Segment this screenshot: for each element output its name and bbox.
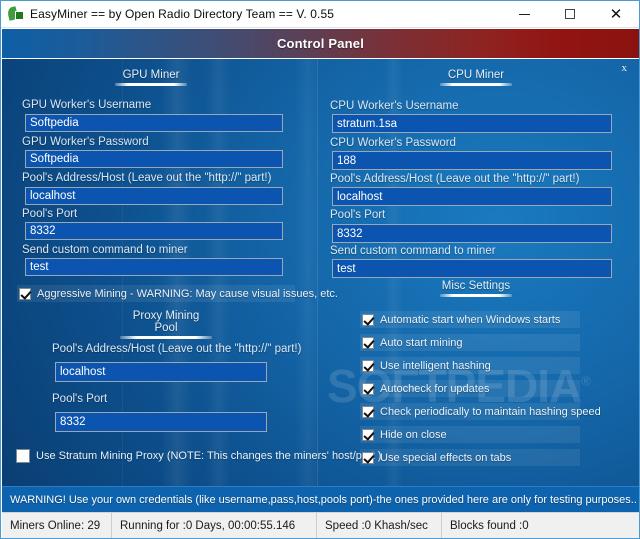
checkbox-icon[interactable] bbox=[19, 287, 31, 300]
window-controls: ✕ bbox=[501, 1, 639, 28]
cpu-pool-host-label: Pool's Address/Host (Leave out the "http… bbox=[330, 173, 580, 185]
use-stratum-proxy-checkbox-row[interactable]: Use Stratum Mining Proxy (NOTE: This cha… bbox=[14, 446, 381, 465]
easyminer-leaf-icon bbox=[6, 6, 24, 22]
minimize-button[interactable] bbox=[501, 1, 547, 28]
status-speed: Speed :0 Khash/sec bbox=[317, 513, 442, 538]
status-bar: Miners Online: 29 Running for :0 Days, 0… bbox=[2, 512, 639, 538]
gpu-custom-command-label: Send custom command to miner bbox=[22, 244, 188, 256]
checkbox-icon[interactable] bbox=[362, 428, 374, 441]
section-underline bbox=[440, 294, 512, 297]
misc-option-label: Hide on close bbox=[380, 428, 447, 441]
checkbox-icon[interactable] bbox=[16, 448, 30, 463]
control-panel-title: Control Panel bbox=[276, 36, 365, 51]
cpu-pool-port-input[interactable]: 8332 bbox=[332, 224, 612, 243]
status-miners-online: Miners Online: 29 bbox=[2, 513, 112, 538]
application-window: EasyMiner == by Open Radio Directory Tea… bbox=[0, 0, 640, 539]
cpu-username-input[interactable]: stratum.1sa bbox=[332, 114, 612, 133]
checkbox-icon[interactable] bbox=[362, 313, 374, 326]
checkbox-icon[interactable] bbox=[362, 451, 374, 464]
control-panel-header: Control Panel bbox=[2, 29, 639, 58]
gpu-password-input[interactable]: Softpedia bbox=[25, 150, 283, 168]
aggressive-mining-checkbox-row[interactable]: Aggressive Mining - WARNING: May cause v… bbox=[17, 285, 338, 302]
proxy-pool-port-input[interactable]: 8332 bbox=[55, 412, 267, 432]
cpu-custom-command-label: Send custom command to miner bbox=[330, 245, 496, 257]
section-underline bbox=[115, 83, 187, 86]
main-panel: SOFTPEDIA® .watermark{left:325px;top:300… bbox=[2, 59, 639, 486]
misc-option-auto-start-mining[interactable]: Auto start mining bbox=[360, 334, 580, 351]
misc-option-auto-start-windows[interactable]: Automatic start when Windows starts bbox=[360, 311, 580, 328]
cpu-pool-host-input[interactable]: localhost bbox=[332, 187, 612, 206]
section-misc-settings: Misc Settings bbox=[440, 280, 512, 297]
checkbox-icon[interactable] bbox=[362, 359, 374, 372]
checkbox-icon[interactable] bbox=[362, 336, 374, 349]
gpu-custom-command-input[interactable]: test bbox=[25, 258, 283, 276]
cpu-password-label: CPU Worker's Password bbox=[330, 137, 456, 149]
misc-option-hide-on-close[interactable]: Hide on close bbox=[360, 426, 580, 443]
gpu-password-label: GPU Worker's Password bbox=[22, 136, 149, 148]
gpu-username-input[interactable]: Softpedia bbox=[25, 114, 283, 132]
maximize-button[interactable] bbox=[547, 1, 593, 28]
checkbox-icon[interactable] bbox=[362, 382, 374, 395]
misc-option-intelligent-hashing[interactable]: Use intelligent hashing bbox=[360, 357, 580, 374]
proxy-pool-port-label: Pool's Port bbox=[52, 393, 108, 405]
section-proxy-mining-pool: Proxy Mining Pool bbox=[120, 310, 212, 339]
use-stratum-proxy-label: Use Stratum Mining Proxy (NOTE: This cha… bbox=[36, 449, 382, 462]
proxy-pool-host-input[interactable]: localhost bbox=[55, 362, 267, 382]
section-underline bbox=[120, 336, 212, 339]
section-cpu-miner: CPU Miner bbox=[440, 69, 512, 86]
gpu-pool-host-label: Pool's Address/Host (Leave out the "http… bbox=[22, 172, 272, 184]
close-button[interactable]: ✕ bbox=[593, 1, 639, 28]
misc-option-label: Automatic start when Windows starts bbox=[380, 313, 561, 326]
gpu-pool-port-label: Pool's Port bbox=[22, 208, 78, 220]
proxy-pool-host-label: Pool's Address/Host (Leave out the "http… bbox=[52, 343, 302, 355]
gpu-pool-port-input[interactable]: 8332 bbox=[25, 222, 283, 240]
cpu-pool-port-label: Pool's Port bbox=[330, 209, 386, 221]
warning-text: WARNING! Use your own credentials (like … bbox=[10, 493, 637, 506]
misc-option-label: Check periodically to maintain hashing s… bbox=[380, 405, 601, 418]
cpu-password-input[interactable]: 188 bbox=[332, 151, 612, 170]
misc-option-autocheck-updates[interactable]: Autocheck for updates bbox=[360, 380, 580, 397]
panel-divider bbox=[317, 59, 318, 486]
window-title: EasyMiner == by Open Radio Directory Tea… bbox=[30, 7, 335, 21]
status-running-time: Running for :0 Days, 00:00:55.146 bbox=[112, 513, 317, 538]
misc-option-label: Use special effects on tabs bbox=[380, 451, 512, 464]
misc-option-check-periodically[interactable]: Check periodically to maintain hashing s… bbox=[360, 403, 601, 420]
panel-close-link[interactable]: x bbox=[622, 62, 628, 74]
minimize-icon bbox=[518, 13, 530, 15]
cpu-username-label: CPU Worker's Username bbox=[330, 100, 459, 112]
gpu-pool-host-input[interactable]: localhost bbox=[25, 187, 283, 205]
gpu-username-label: GPU Worker's Username bbox=[22, 99, 152, 111]
status-blocks-found: Blocks found :0 bbox=[450, 520, 529, 532]
aggressive-mining-label: Aggressive Mining - WARNING: May cause v… bbox=[37, 287, 338, 300]
misc-option-special-effects-tabs[interactable]: Use special effects on tabs bbox=[360, 449, 580, 466]
misc-option-label: Use intelligent hashing bbox=[380, 359, 491, 372]
misc-option-label: Autocheck for updates bbox=[380, 382, 490, 395]
misc-option-label: Auto start mining bbox=[380, 336, 463, 349]
section-gpu-miner: GPU Miner bbox=[115, 69, 187, 86]
warning-bar: WARNING! Use your own credentials (like … bbox=[2, 486, 639, 512]
title-bar: EasyMiner == by Open Radio Directory Tea… bbox=[1, 1, 639, 28]
section-underline bbox=[440, 83, 512, 86]
checkbox-icon[interactable] bbox=[362, 405, 374, 418]
cpu-custom-command-input[interactable]: test bbox=[332, 259, 612, 278]
close-icon: ✕ bbox=[609, 5, 623, 23]
maximize-icon bbox=[565, 9, 575, 19]
